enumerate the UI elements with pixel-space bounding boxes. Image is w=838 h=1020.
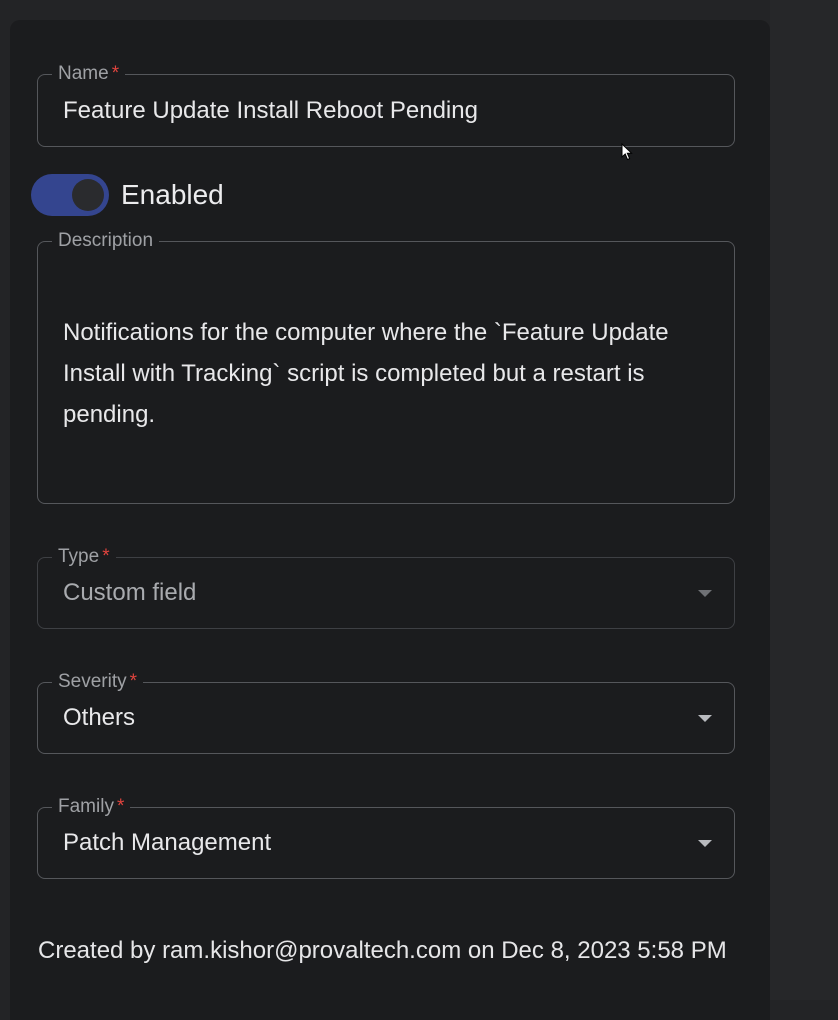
enabled-toggle[interactable] [31, 174, 109, 216]
family-select[interactable]: Family * Patch Management [37, 795, 735, 879]
description-field[interactable]: Description Notifications for the comput… [37, 229, 735, 504]
chevron-down-icon [698, 590, 712, 597]
severity-value: Others [63, 704, 136, 731]
name-input[interactable]: Feature Update Install Reboot Pending [63, 75, 478, 146]
chevron-down-icon[interactable] [698, 715, 712, 722]
description-label: Description [52, 229, 160, 253]
mouse-pointer-icon [621, 143, 633, 161]
description-textarea[interactable]: Notifications for the computer where the… [63, 312, 713, 435]
created-by-text: Created by ram.kishor@provaltech.com on … [38, 937, 727, 964]
family-value: Patch Management [63, 829, 272, 856]
toggle-knob [72, 179, 104, 211]
severity-select[interactable]: Severity * Others [37, 670, 735, 754]
enabled-label: Enabled [121, 179, 224, 210]
type-select[interactable]: Type * Custom field [37, 545, 735, 629]
name-field[interactable]: Name * Feature Update Install Reboot Pend… [37, 62, 735, 147]
page-background-strip [770, 0, 838, 1000]
type-value: Custom field [63, 579, 197, 606]
chevron-down-icon[interactable] [698, 840, 712, 847]
